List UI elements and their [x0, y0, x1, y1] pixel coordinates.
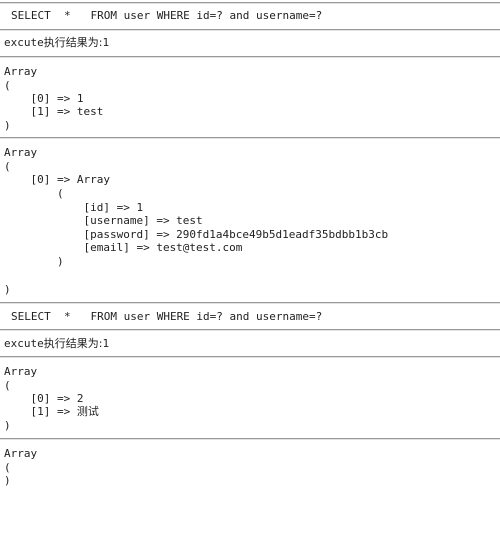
- result-dump-line: ): [4, 255, 64, 268]
- result-dump-line: (: [4, 160, 11, 173]
- separator: [0, 137, 500, 139]
- separator: [0, 329, 500, 331]
- result-dump-line: Array: [4, 146, 38, 159]
- params-dump-line: (: [4, 79, 11, 92]
- result-dump-line: (: [4, 461, 11, 474]
- params-dump-line: [0] => 2: [4, 392, 84, 405]
- execute-result: excute执行结果为:1: [4, 36, 109, 50]
- result-dump-line: Array: [4, 447, 38, 460]
- result-dump-line: (: [4, 187, 64, 200]
- params-dump-line: (: [4, 379, 11, 392]
- params-dump-line: Array: [4, 365, 38, 378]
- execute-result: excute执行结果为:1: [4, 337, 109, 351]
- execute-value: 1: [102, 337, 110, 350]
- result-dump-line: ): [4, 474, 11, 487]
- params-dump-line: [1] => test: [4, 105, 104, 118]
- params-dump-line: ): [4, 119, 11, 132]
- params-dump-line: ): [4, 419, 11, 432]
- params-dump-line: [0] => 1: [4, 92, 84, 105]
- separator: [0, 438, 500, 440]
- execute-label: 执行结果为:: [43, 36, 103, 49]
- execute-prefix: excute: [4, 36, 44, 49]
- separator: [0, 356, 500, 358]
- result-dump-line: ): [4, 283, 11, 296]
- separator: [0, 56, 500, 58]
- execute-prefix: excute: [4, 337, 44, 350]
- result-dump-line: [username] => test: [4, 214, 203, 227]
- params-dump-line: [1] => 测试: [4, 405, 99, 418]
- sql-query: SELECT * FROM user WHERE id=? and userna…: [11, 310, 323, 323]
- separator: [0, 2, 500, 4]
- separator: [0, 29, 500, 31]
- execute-value: 1: [102, 36, 110, 49]
- result-dump-line: [0] => Array: [4, 173, 110, 186]
- sql-query: SELECT * FROM user WHERE id=? and userna…: [11, 9, 323, 22]
- result-dump-line: [email] => test@test.com: [4, 241, 243, 254]
- result-dump-line: [id] => 1: [4, 201, 144, 214]
- result-dump-line: [password] => 290fd1a4bce49b5d1eadf35bdb…: [4, 228, 389, 241]
- params-dump-line: Array: [4, 65, 38, 78]
- separator: [0, 302, 500, 304]
- execute-label: 执行结果为:: [43, 337, 103, 350]
